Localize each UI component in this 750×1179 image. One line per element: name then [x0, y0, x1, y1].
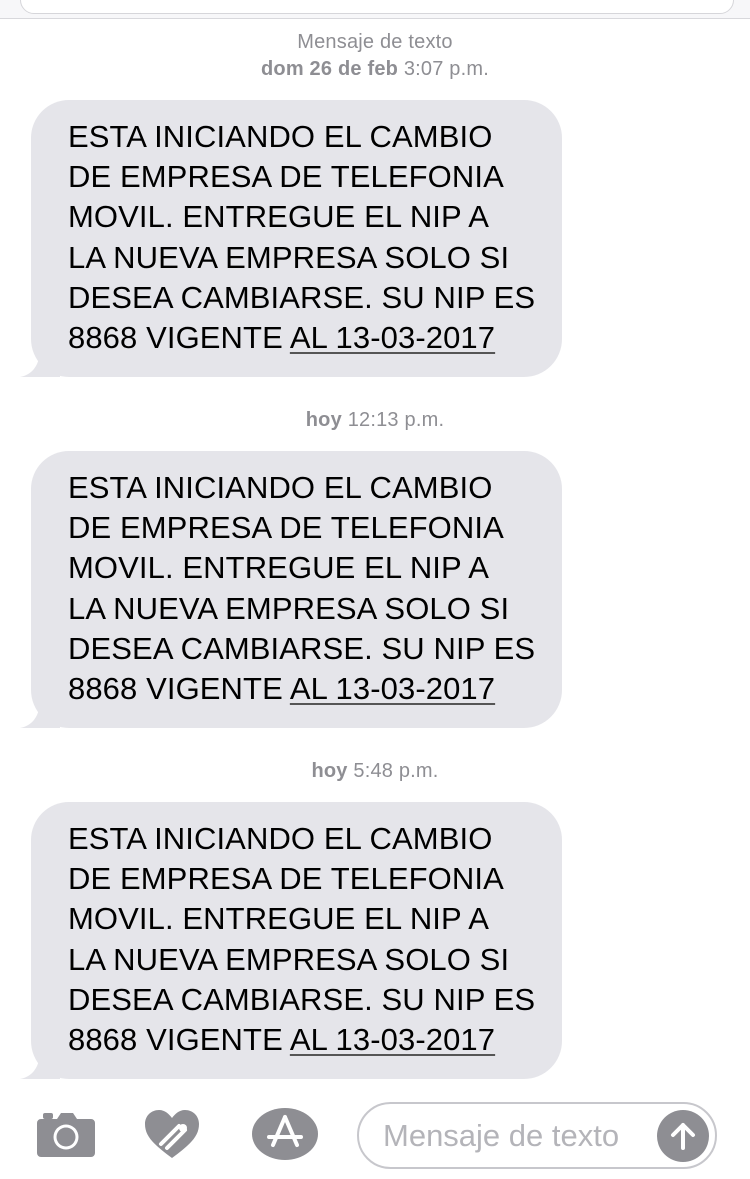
timestamp-time: 3:07 p.m. [403, 58, 490, 80]
message-text: ESTA INICIANDO EL CAMBIO DE EMPRESA DE T… [31, 802, 562, 1080]
timestamp-2: hoy 12:13 p.m. [0, 407, 750, 434]
message-line: DESEA CAMBIARSE. SU NIP ES [68, 630, 536, 666]
digital-touch-button[interactable] [142, 1106, 202, 1162]
camera-button[interactable] [36, 1110, 96, 1158]
message-bubble-2[interactable]: ESTA INICIANDO EL CAMBIO DE EMPRESA DE T… [20, 451, 562, 729]
message-text: ESTA INICIANDO EL CAMBIO DE EMPRESA DE T… [31, 100, 562, 378]
message-line: MOVIL. ENTREGUE EL NIP A [68, 901, 490, 937]
message-line: LA NUEVA EMPRESA SOLO SI [68, 941, 510, 977]
service-label: Mensaje de texto [297, 31, 453, 53]
message-line-prefix: 8868 VIGENTE [68, 1022, 290, 1058]
message-input-placeholder: Mensaje de texto [383, 1118, 620, 1153]
message-line-prefix: 8868 VIGENTE [68, 671, 290, 707]
message-line-prefix: 8868 VIGENTE [68, 320, 290, 356]
app-store-button[interactable] [250, 1106, 320, 1162]
message-line: DE EMPRESA DE TELEFONIA [68, 510, 504, 546]
message-bubble-3[interactable]: ESTA INICIANDO EL CAMBIO DE EMPRESA DE T… [20, 802, 562, 1080]
timestamp-day: hoy [305, 409, 342, 431]
top-bar [0, 0, 750, 19]
digital-touch-heart-icon [145, 1110, 199, 1158]
timestamp-1: dom 26 de feb 3:07 p.m. [0, 56, 750, 83]
message-line: LA NUEVA EMPRESA SOLO SI [68, 239, 510, 275]
message-line: DE EMPRESA DE TELEFONIA [68, 861, 504, 897]
message-line: ESTA INICIANDO EL CAMBIO [68, 119, 493, 154]
date-link[interactable]: AL 13-03-2017 [290, 671, 495, 706]
camera-icon [37, 1113, 95, 1157]
message-bubble-1[interactable]: ESTA INICIANDO EL CAMBIO DE EMPRESA DE T… [20, 100, 562, 378]
message-line: ESTA INICIANDO EL CAMBIO [68, 470, 493, 505]
timestamp-day: hoy [311, 760, 348, 782]
message-text: ESTA INICIANDO EL CAMBIO DE EMPRESA DE T… [31, 451, 562, 729]
date-link[interactable]: AL 13-03-2017 [290, 320, 495, 355]
message-line: LA NUEVA EMPRESA SOLO SI [68, 590, 510, 626]
app-store-icon [252, 1108, 318, 1160]
message-line: ESTA INICIANDO EL CAMBIO [68, 821, 493, 856]
message-last-line: 8868 VIGENTE AL 13-03-2017 [68, 669, 542, 709]
top-bar-field [20, 0, 734, 14]
timestamp-time: 5:48 p.m. [353, 760, 439, 782]
message-line: MOVIL. ENTREGUE EL NIP A [68, 550, 490, 586]
timestamp-3: hoy 5:48 p.m. [0, 758, 750, 785]
message-input[interactable]: Mensaje de texto [357, 1102, 717, 1169]
message-line: DESEA CAMBIARSE. SU NIP ES [68, 279, 536, 315]
messages-screen: Mensaje de texto dom 26 de feb 3:07 p.m.… [0, 0, 750, 1179]
send-arrow-icon [671, 1123, 695, 1150]
message-line: DE EMPRESA DE TELEFONIA [68, 159, 504, 195]
send-button[interactable] [657, 1110, 709, 1162]
message-last-line: 8868 VIGENTE AL 13-03-2017 [68, 1020, 542, 1060]
date-link[interactable]: AL 13-03-2017 [290, 1022, 495, 1057]
input-bar: Mensaje de texto [0, 1088, 750, 1179]
message-line: MOVIL. ENTREGUE EL NIP A [68, 199, 490, 235]
timestamp-day: dom 26 de feb [260, 58, 399, 80]
message-line: DESEA CAMBIARSE. SU NIP ES [68, 981, 536, 1017]
message-last-line: 8868 VIGENTE AL 13-03-2017 [68, 318, 542, 358]
timestamp-time: 12:13 p.m. [347, 409, 445, 431]
